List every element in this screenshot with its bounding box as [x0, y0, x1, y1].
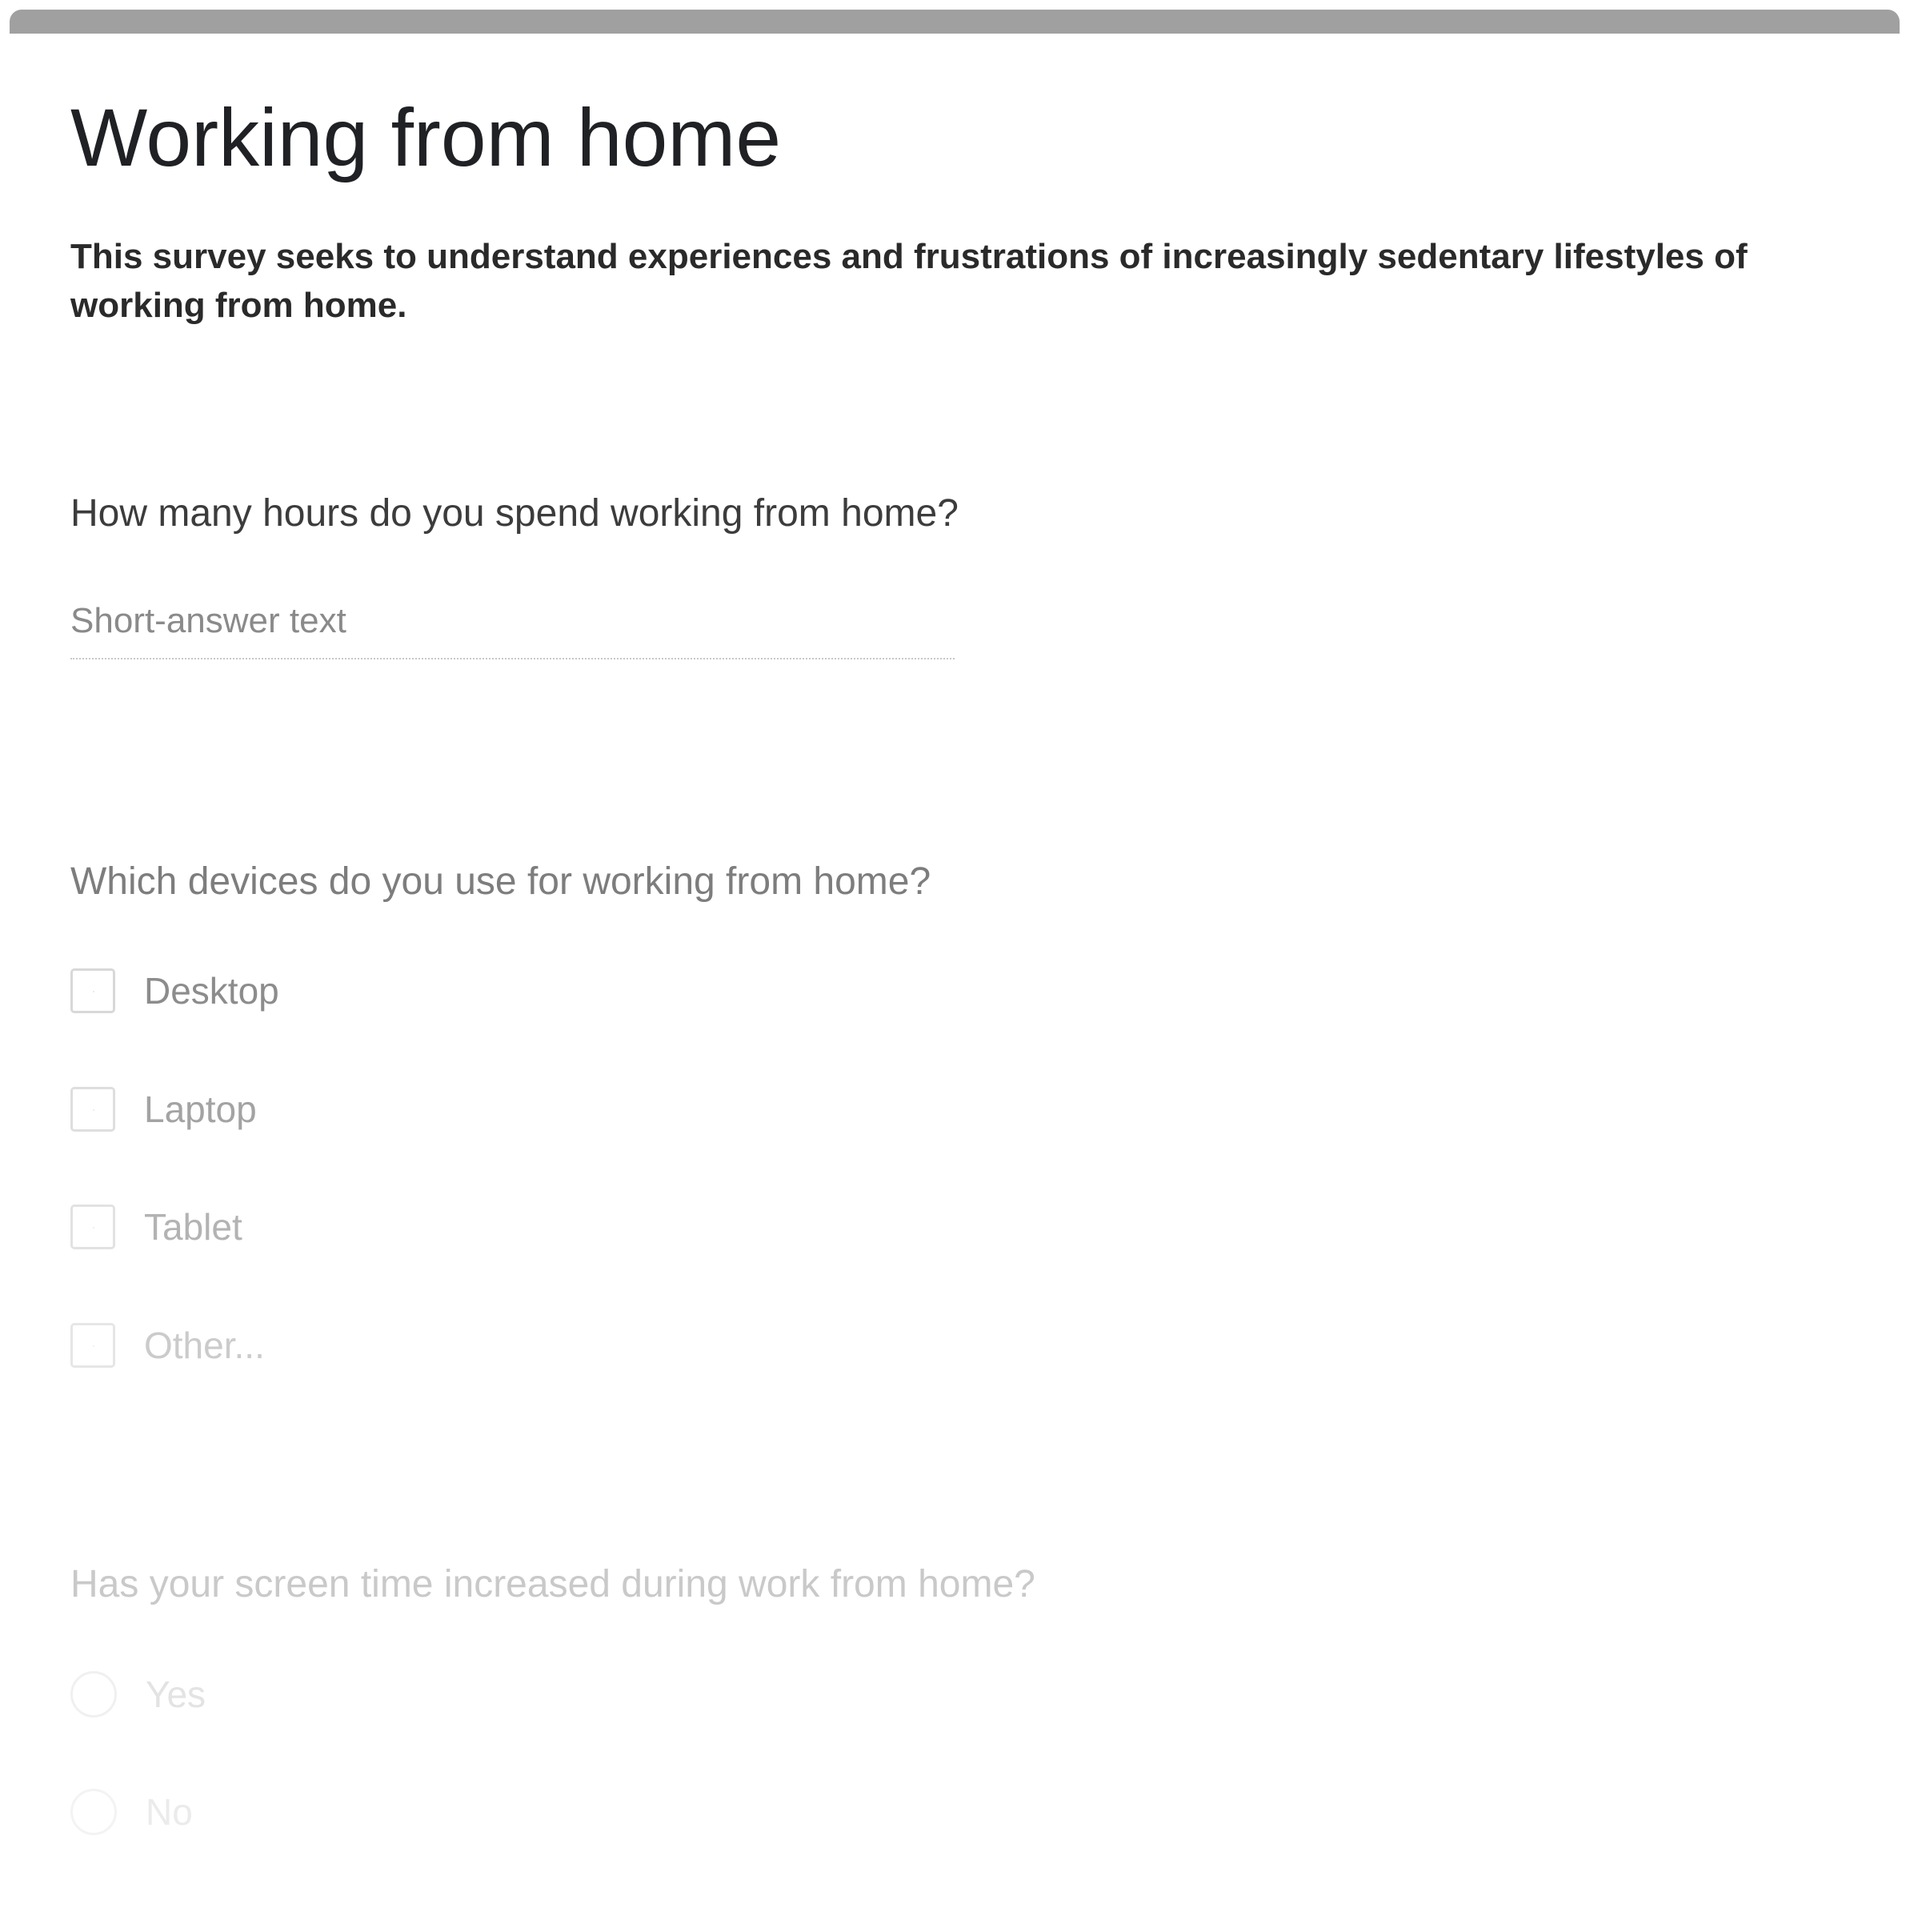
radio-yes[interactable]: [70, 1671, 117, 1718]
option-label-tablet: Tablet: [144, 1206, 242, 1248]
form-header-bar: [10, 10, 1900, 34]
question-devices: Which devices do you use for working fro…: [70, 860, 931, 903]
question-screen-time: Has your screen time increased during wo…: [70, 1563, 1035, 1605]
checkbox-tablet[interactable]: [70, 1204, 115, 1249]
form-description: This survey seeks to understand experien…: [70, 237, 1748, 325]
device-option-tablet[interactable]: Tablet: [70, 1202, 242, 1252]
form-title: Working from home: [70, 92, 782, 183]
device-option-laptop[interactable]: Laptop: [70, 1084, 257, 1134]
checkbox-desktop[interactable]: [70, 968, 115, 1013]
screen-time-option-no[interactable]: No: [70, 1787, 193, 1837]
option-label-yes: Yes: [146, 1673, 206, 1715]
screen-time-option-yes[interactable]: Yes: [70, 1669, 206, 1719]
device-option-desktop[interactable]: Desktop: [70, 966, 279, 1016]
hours-answer-input[interactable]: Short-answer text: [70, 599, 955, 659]
option-label-other: Other...: [144, 1325, 265, 1366]
question-hours: How many hours do you spend working from…: [70, 492, 959, 535]
option-label-laptop: Laptop: [144, 1088, 257, 1130]
checkbox-laptop[interactable]: [70, 1087, 115, 1132]
device-option-other[interactable]: Other...: [70, 1321, 265, 1370]
radio-no[interactable]: [70, 1789, 117, 1835]
option-label-no: No: [146, 1791, 193, 1833]
option-label-desktop: Desktop: [144, 970, 279, 1012]
checkbox-other[interactable]: [70, 1323, 115, 1368]
